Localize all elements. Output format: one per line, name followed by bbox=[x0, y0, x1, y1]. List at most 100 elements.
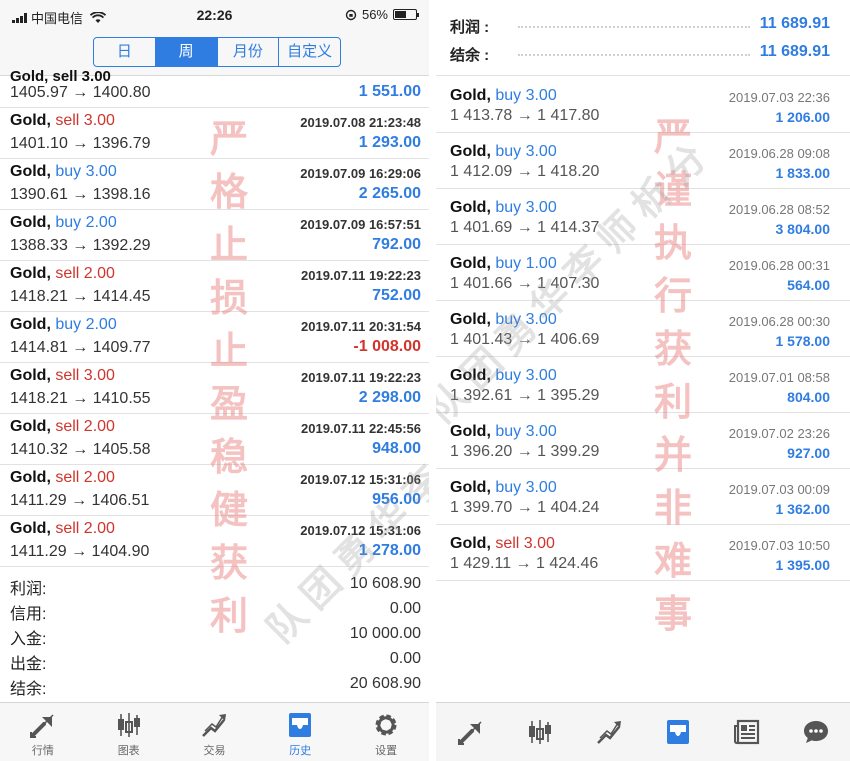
panel-divider bbox=[429, 0, 436, 761]
trade-prices: 1390.61 → 1398.16 bbox=[10, 186, 151, 203]
trade-row[interactable]: Gold, sell 2.00 2019.07.11 22:45:56 1410.3… bbox=[0, 414, 429, 465]
trade-action: sell 3.00 bbox=[55, 367, 115, 384]
trade-profit: 752.00 bbox=[372, 287, 421, 304]
trade-prices: 1 399.70 → 1 404.24 bbox=[450, 499, 600, 516]
trade-row[interactable]: Gold, buy 2.00 2019.07.09 16:57:51 1388.33… bbox=[0, 210, 429, 261]
trade-prices: 1 396.20 → 1 399.29 bbox=[450, 443, 600, 460]
trade-symbol: Gold, buy 3.00 bbox=[450, 479, 557, 497]
tab-label: 交易 bbox=[203, 745, 226, 757]
tab-candlestick-chart[interactable]: 图表 bbox=[86, 703, 172, 761]
tab-trade[interactable]: 交易 bbox=[172, 703, 258, 761]
trade-profit: 1 833.00 bbox=[775, 165, 831, 181]
symbol-name: Gold, bbox=[10, 469, 51, 486]
trade-row[interactable]: Gold, buy 3.00 2019.07.03 22:36 1 413.78 →… bbox=[436, 77, 850, 133]
battery-icon bbox=[393, 9, 419, 20]
trade-symbol: Gold, buy 2.00 bbox=[10, 316, 117, 334]
trade-profit: 2 298.00 bbox=[358, 389, 421, 406]
trade-symbol: Gold, sell 2.00 bbox=[10, 469, 115, 487]
watermark-char: 事 bbox=[653, 591, 692, 636]
trade-row[interactable]: Gold, buy 3.00 2019.07.02 23:26 1 396.20 →… bbox=[436, 413, 850, 469]
clipped-trade-title: Gold, sell 3.00 bbox=[10, 68, 111, 85]
trade-row[interactable]: Gold, buy 3.00 2019.07.03 00:09 1 399.70 →… bbox=[436, 469, 850, 525]
quotes-icon bbox=[0, 710, 86, 740]
trade-row[interactable]: Gold, buy 2.00 2019.07.11 20:31:54 1414.81… bbox=[0, 312, 429, 363]
trade-action: buy 2.00 bbox=[55, 214, 117, 231]
tab-label: 行情 bbox=[31, 745, 54, 757]
trade-row[interactable]: Gold, sell 2.00 2019.07.11 19:22:23 1418.2… bbox=[0, 261, 429, 312]
period-tab[interactable]: 自定义 bbox=[279, 38, 340, 66]
trade-profit: 1 206.00 bbox=[775, 109, 831, 125]
period-tab[interactable]: 日 bbox=[94, 38, 156, 66]
tab-quotes[interactable] bbox=[436, 703, 505, 761]
trade-action: sell 2.00 bbox=[55, 469, 115, 486]
summary-value: 10 000.00 bbox=[349, 625, 421, 642]
symbol-name: Gold, bbox=[450, 311, 491, 328]
trade-time: 2019.07.11 19:22:23 bbox=[301, 268, 421, 283]
trade-symbol: Gold, buy 3.00 bbox=[450, 199, 557, 217]
tab-trade[interactable] bbox=[574, 703, 643, 761]
tab-candlestick-chart[interactable] bbox=[505, 703, 574, 761]
summary-label: 利润 : bbox=[450, 19, 490, 36]
bottom-tab-bar: 行情 图表 交易 历史 设置 bbox=[0, 702, 429, 761]
account-summary: 利润: 10 608.90 信用: 0.00 入金: 10 000.00 出金: 0.00 结余… bbox=[0, 572, 429, 698]
trade-row[interactable]: Gold, sell 2.00 2019.07.12 15:31:06 1411.2… bbox=[0, 516, 429, 567]
trade-prices: 1 401.43 → 1 406.69 bbox=[450, 331, 600, 348]
period-tab[interactable]: 周 bbox=[155, 38, 218, 66]
tab-history-inbox[interactable] bbox=[643, 703, 712, 761]
trade-row[interactable]: Gold, sell 3.00 1405.97 → 1400.80 1 551.00 bbox=[0, 68, 429, 108]
trade-row[interactable]: Gold, sell 3.00 2019.07.08 21:23:48 1401.1… bbox=[0, 108, 429, 159]
trade-symbol: Gold, buy 3.00 bbox=[450, 367, 557, 385]
trade-profit: 1 293.00 bbox=[358, 134, 421, 151]
trade-action: sell 2.00 bbox=[55, 418, 115, 435]
tab-label: 设置 bbox=[375, 745, 398, 757]
trade-symbol: Gold, buy 3.00 bbox=[450, 143, 557, 161]
tab-chat[interactable] bbox=[781, 703, 850, 761]
trade-row[interactable]: Gold, buy 3.00 2019.06.28 00:30 1 401.43 →… bbox=[436, 301, 850, 357]
trade-profit: 948.00 bbox=[372, 440, 421, 457]
summary-label: 出金: bbox=[10, 656, 47, 673]
trade-prices: 1401.10 → 1396.79 bbox=[10, 135, 151, 152]
trade-row[interactable]: Gold, sell 3.00 2019.07.03 10:50 1 429.11 … bbox=[436, 525, 850, 581]
trade-prices: 1414.81 → 1409.77 bbox=[10, 339, 151, 356]
trade-time: 2019.07.01 08:58 bbox=[728, 370, 830, 385]
trade-prices: 1418.21 → 1410.55 bbox=[10, 390, 151, 407]
tab-history-inbox[interactable]: 历史 bbox=[257, 703, 343, 761]
summary-label: 信用: bbox=[10, 606, 47, 623]
trade-action: sell 3.00 bbox=[55, 112, 115, 129]
symbol-name: Gold, bbox=[10, 367, 51, 384]
trade-time: 2019.07.12 15:31:06 bbox=[300, 523, 421, 538]
trade-row[interactable]: Gold, buy 3.00 2019.07.09 16:29:06 1390.61… bbox=[0, 159, 429, 210]
trade-symbol: Gold, buy 3.00 bbox=[450, 87, 557, 105]
symbol-name: Gold, bbox=[10, 112, 51, 129]
trade-profit: -1 008.00 bbox=[353, 338, 421, 355]
symbol-name: Gold, bbox=[10, 418, 51, 435]
trade-time: 2019.07.08 21:23:48 bbox=[300, 115, 421, 130]
period-tab[interactable]: 月份 bbox=[218, 38, 280, 66]
trade-time: 2019.07.02 23:26 bbox=[728, 426, 830, 441]
trade-action: buy 2.00 bbox=[55, 316, 117, 333]
trade-action: buy 3.00 bbox=[495, 367, 557, 384]
summary-row-balance: 结余 : 11 689.91 bbox=[436, 38, 850, 66]
trade-row[interactable]: Gold, sell 2.00 2019.07.12 15:31:06 1411.2… bbox=[0, 465, 429, 516]
tab-quotes[interactable]: 行情 bbox=[0, 703, 86, 761]
trade-action: sell 2.00 bbox=[55, 265, 115, 282]
symbol-name: Gold, bbox=[450, 199, 491, 216]
tab-label: 历史 bbox=[289, 745, 312, 757]
tab-gear[interactable]: 设置 bbox=[343, 703, 429, 761]
period-segmented-control: 日周月份 自定义 bbox=[93, 37, 341, 67]
trade-profit: 1 395.00 bbox=[775, 557, 831, 573]
quotes-icon bbox=[436, 717, 505, 747]
trade-row[interactable]: Gold, buy 3.00 2019.07.01 08:58 1 392.61 →… bbox=[436, 357, 850, 413]
summary-value: 0.00 bbox=[389, 600, 421, 617]
tab-news[interactable] bbox=[712, 703, 781, 761]
trade-row[interactable]: Gold, buy 3.00 2019.06.28 08:52 1 401.69 →… bbox=[436, 189, 850, 245]
trade-prices: 1418.21 → 1414.45 bbox=[10, 288, 151, 305]
trade-row[interactable]: Gold, buy 1.00 2019.06.28 00:31 1 401.66 →… bbox=[436, 245, 850, 301]
trade-prices: 1 412.09 → 1 418.20 bbox=[450, 163, 600, 180]
trade-row[interactable]: Gold, sell 3.00 2019.07.11 19:22:23 1418.2… bbox=[0, 363, 429, 414]
trade-action: buy 3.00 bbox=[55, 163, 117, 180]
trade-row[interactable]: Gold, buy 3.00 2019.06.28 09:08 1 412.09 →… bbox=[436, 133, 850, 189]
trade-profit: 2 265.00 bbox=[358, 185, 421, 202]
summary-row: 结余: 20 608.90 bbox=[0, 672, 429, 698]
trade-symbol: Gold, sell 3.00 bbox=[10, 112, 115, 130]
